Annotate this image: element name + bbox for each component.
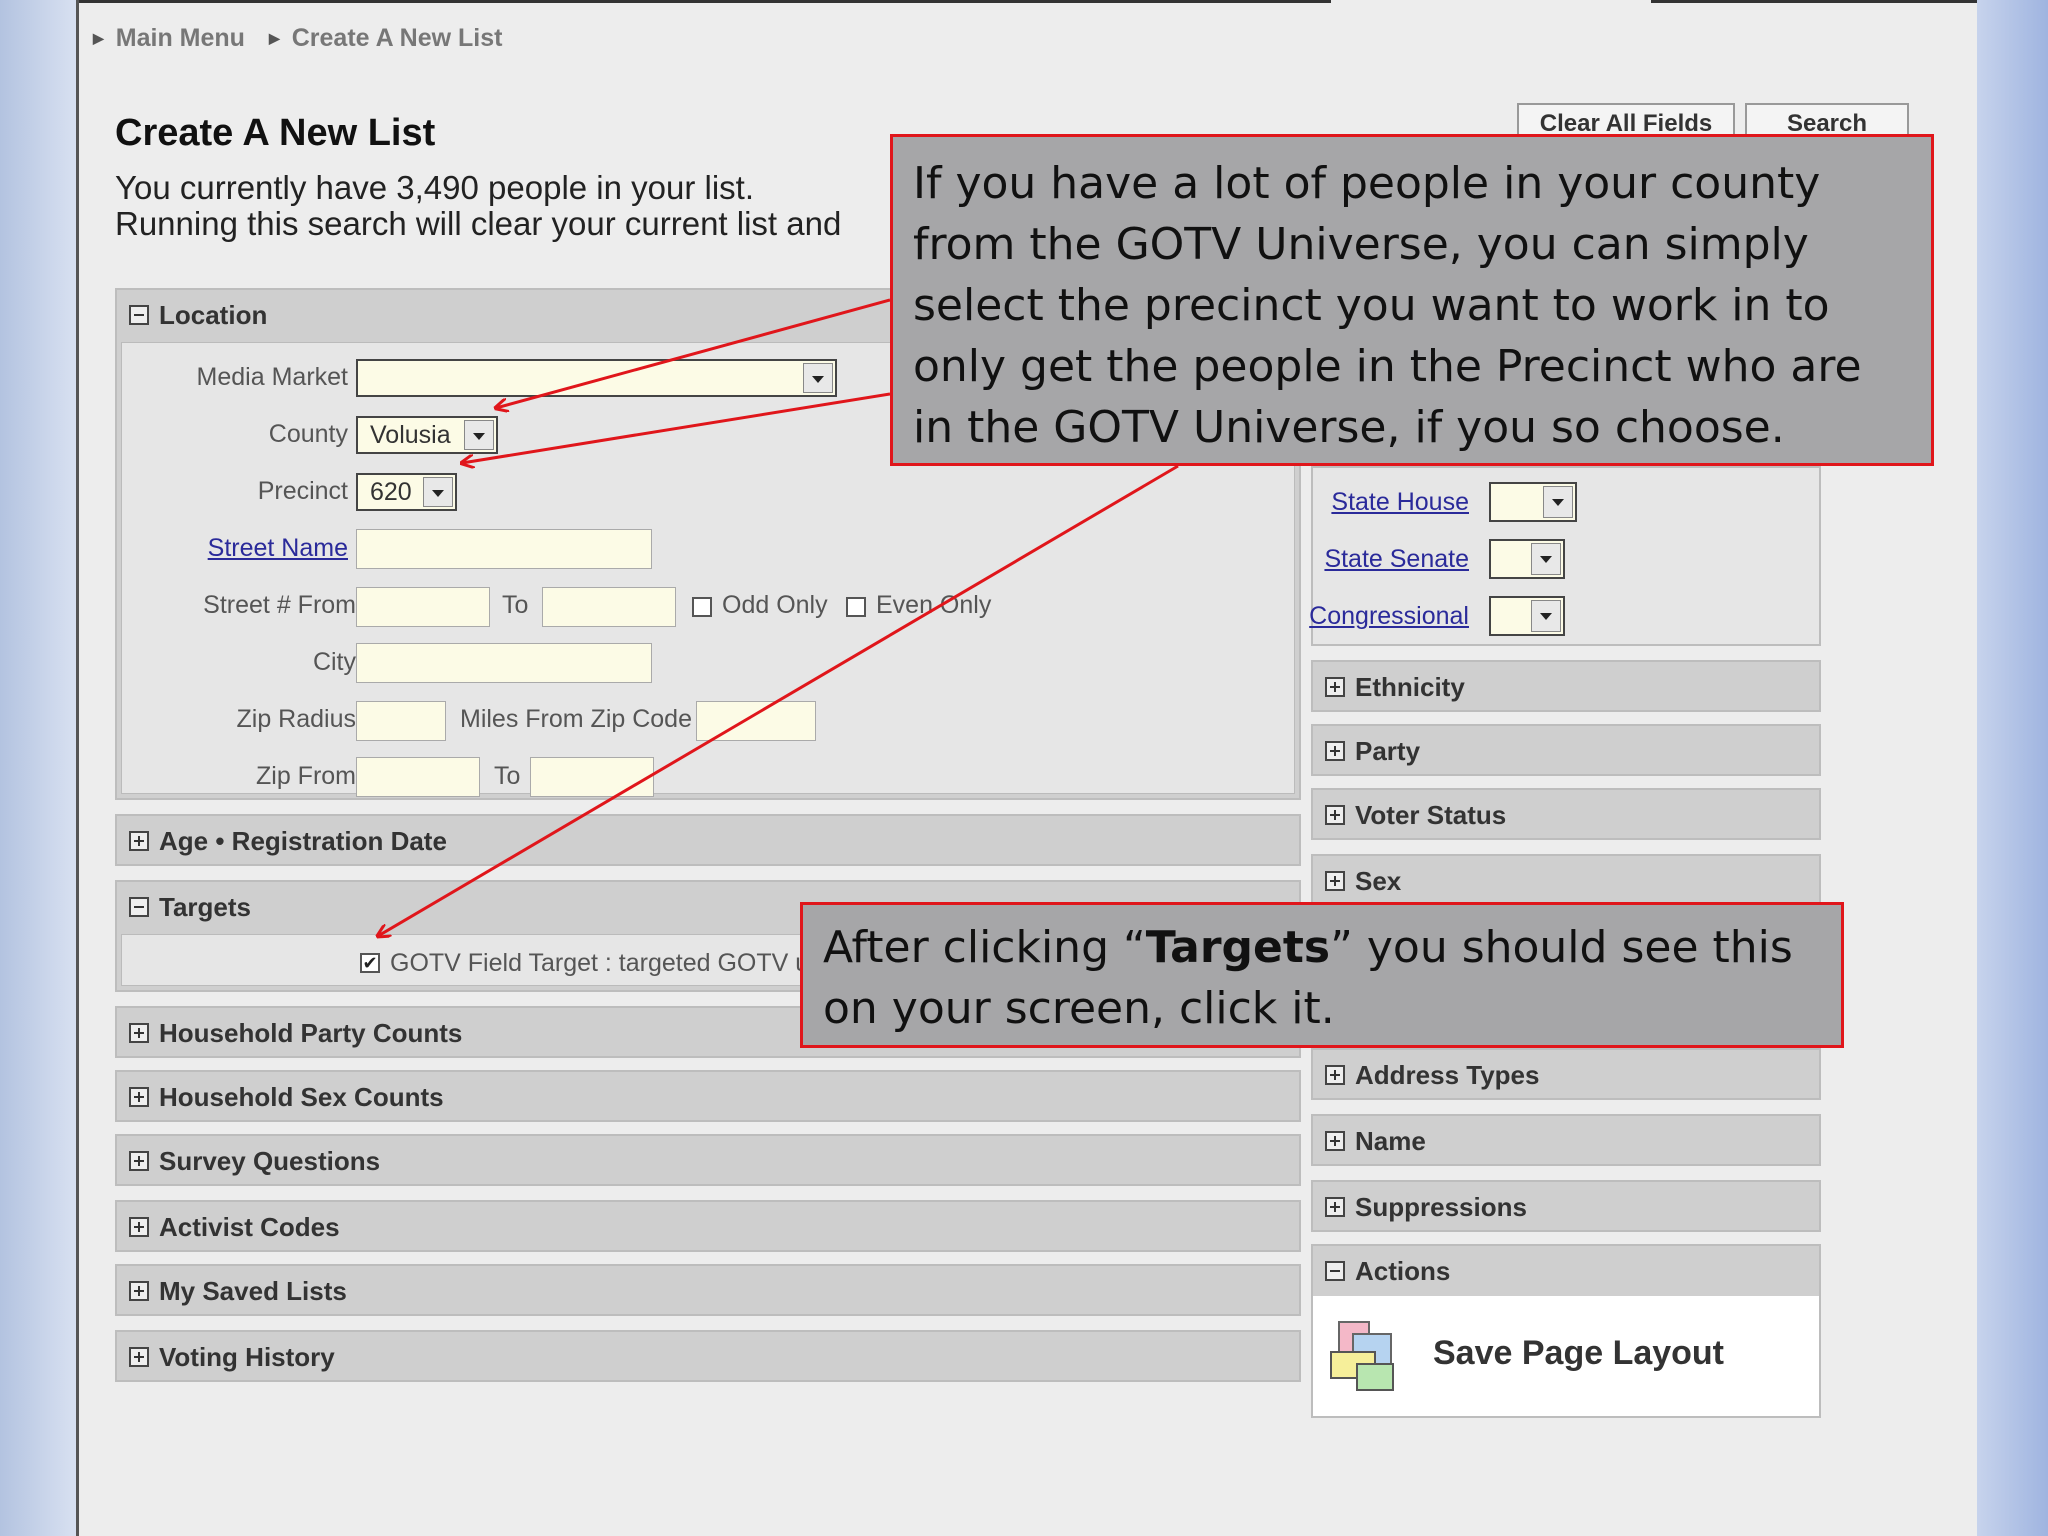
plus-box-icon [1325,871,1345,891]
congressional-select[interactable] [1489,596,1565,636]
survey-questions-section[interactable]: Survey Questions [115,1134,1301,1186]
plus-box-icon [129,1347,149,1367]
ethnicity-section[interactable]: Ethnicity [1311,660,1821,712]
street-from-input[interactable] [356,587,490,627]
voting-history-section[interactable]: Voting History [115,1330,1301,1382]
chevron-down-icon [1543,486,1573,518]
chevron-down-icon [1531,600,1561,632]
plus-box-icon [129,831,149,851]
city-label: City [312,648,356,676]
even-only-label: Even Only [876,591,992,619]
chevron-down-icon [464,420,494,450]
plus-box-icon [1325,741,1345,761]
page-title: Create A New List [115,112,436,154]
actions-panel: Actions Save Page Layout [1311,1244,1821,1418]
zip-to-label: To [494,762,521,790]
zip-from-input[interactable] [356,757,480,797]
party-section[interactable]: Party [1311,724,1821,776]
street-name-link[interactable]: Street Name [208,534,348,563]
gotv-field-target-label: GOTV Field Target : targeted GOTV u [390,949,810,977]
gotv-field-target-checkbox[interactable]: ✔ [360,953,380,973]
my-saved-lists-section[interactable]: My Saved Lists [115,1264,1301,1316]
minus-box-icon [129,897,149,917]
plus-box-icon [1325,1065,1345,1085]
street-name-input[interactable] [356,529,652,569]
top-border-right [1651,0,1977,3]
zip-from-label: Zip From [256,762,356,790]
miles-from-zip-label: Miles From Zip Code [460,705,692,733]
breadcrumb-item-main-menu[interactable]: ▶ Main Menu [93,24,245,53]
state-senate-select[interactable] [1489,539,1565,579]
zip-radius-input[interactable] [356,701,446,741]
callout-precinct-tip: If you have a lot of people in your coun… [890,134,1934,466]
plus-box-icon [129,1281,149,1301]
voter-status-section[interactable]: Voter Status [1311,788,1821,840]
minus-box-icon [1325,1261,1345,1281]
street-to-label: To [502,591,529,619]
breadcrumb-item-create-list[interactable]: ▶ Create A New List [269,24,503,53]
state-house-link[interactable]: State House [1331,488,1469,517]
save-page-layout-button[interactable]: Save Page Layout [1313,1296,1819,1416]
districts-panel: State House State Senate Congressional [1309,466,1821,646]
breadcrumb: ▶ Main Menu ▶ Create A New List [93,24,502,53]
top-border [79,0,1331,3]
activist-codes-section[interactable]: Activist Codes [115,1200,1301,1252]
plus-box-icon [129,1023,149,1043]
actions-header[interactable]: Actions [1313,1246,1819,1296]
zip-radius-label: Zip Radius [236,705,357,733]
county-select[interactable]: Volusia [356,416,498,454]
plus-box-icon [1325,1131,1345,1151]
odd-only-label: Odd Only [722,591,828,619]
address-types-section[interactable]: Address Types [1311,1048,1821,1100]
city-input[interactable] [356,643,652,683]
precinct-select[interactable]: 620 [356,473,457,511]
media-market-select[interactable] [356,359,837,397]
street-to-input[interactable] [542,587,676,627]
plus-box-icon [129,1087,149,1107]
callout-targets-tip: After clicking “Targets” you should see … [800,902,1844,1048]
layout-stack-icon [1330,1321,1394,1391]
zip-to-input[interactable] [530,757,654,797]
chevron-down-icon [1531,543,1561,575]
suppressions-section[interactable]: Suppressions [1311,1180,1821,1232]
chevron-down-icon [803,363,833,393]
plus-box-icon [1325,1197,1345,1217]
plus-box-icon [129,1217,149,1237]
plus-box-icon [1325,677,1345,697]
household-sex-section[interactable]: Household Sex Counts [115,1070,1301,1122]
county-label: County [268,420,348,448]
triangle-right-icon: ▶ [268,30,280,46]
sex-section[interactable]: Sex [1311,854,1821,906]
plus-box-icon [129,1151,149,1171]
congressional-link[interactable]: Congressional [1309,602,1469,631]
age-section[interactable]: Age • Registration Date [115,814,1301,866]
media-market-label: Media Market [196,363,348,391]
even-only-checkbox[interactable] [846,597,866,617]
precinct-label: Precinct [257,477,348,505]
minus-box-icon [129,305,149,325]
name-section[interactable]: Name [1311,1114,1821,1166]
save-page-layout-label: Save Page Layout [1433,1334,1725,1372]
plus-box-icon [1325,805,1345,825]
state-house-select[interactable] [1489,482,1577,522]
state-senate-link[interactable]: State Senate [1324,545,1469,574]
street-from-label: Street # From [203,591,356,619]
chevron-down-icon [423,477,453,507]
triangle-right-icon: ▶ [93,30,104,46]
odd-only-checkbox[interactable] [692,597,712,617]
miles-from-zip-input[interactable] [696,701,816,741]
page-subtitle: You currently have 3,490 people in your … [115,169,842,242]
